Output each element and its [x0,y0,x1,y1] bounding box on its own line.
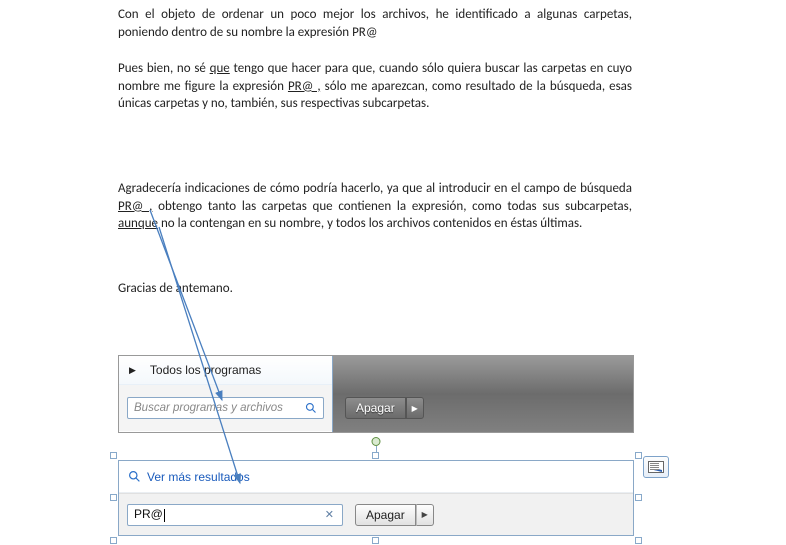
start-menu-left-pane: ▶ Todos los programas Buscar programas y… [119,356,333,432]
shutdown-dropdown-light[interactable]: ▶ [416,504,434,526]
search-icon [305,402,317,414]
shutdown-button-group: Apagar ▶ [345,397,424,419]
search-input-filled[interactable]: PR@ ✕ [127,504,343,526]
resize-handle-se[interactable] [635,537,642,544]
selected-image-frame[interactable]: Ver más resultados PR@ ✕ Apagar ▶ [114,456,638,540]
resize-handle-sw[interactable] [110,537,117,544]
resize-handle-n[interactable] [372,452,379,459]
paragraph-3: Agradecería indicaciones de cómo podría … [118,180,632,233]
resize-handle-nw[interactable] [110,452,117,459]
more-results-label: Ver más resultados [147,470,250,484]
text-caret-icon [164,509,165,522]
chevron-right-icon: ▶ [129,365,136,376]
paragraph-2: Pues bien, no sé que tengo que hacer par… [118,60,632,113]
search-input[interactable]: Buscar programas y archivos [127,397,324,419]
rotate-handle-icon[interactable] [372,437,381,446]
search-results-panel: Ver más resultados PR@ ✕ Apagar ▶ [118,460,634,536]
search-icon [128,470,141,483]
layout-options-button[interactable] [643,456,669,478]
resize-handle-w[interactable] [110,494,117,501]
search-input-value: PR@ [134,507,163,521]
search-placeholder: Buscar programas y archivos [134,402,305,414]
shutdown-button-group-light: Apagar ▶ [355,504,434,526]
all-programs-label: Todos los programas [150,363,261,377]
shutdown-button[interactable]: Apagar [345,397,406,419]
search-results-bottom: PR@ ✕ Apagar ▶ [119,493,633,535]
more-results-link[interactable]: Ver más resultados [119,461,633,493]
resize-handle-e[interactable] [635,494,642,501]
resize-handle-ne[interactable] [635,452,642,459]
resize-handle-s[interactable] [372,537,379,544]
layout-options-icon [648,461,664,473]
shutdown-dropdown[interactable]: ▶ [406,397,424,419]
shutdown-button-light[interactable]: Apagar [355,504,416,526]
all-programs-button[interactable]: ▶ Todos los programas [119,356,332,385]
paragraph-4: Gracias de antemano. [118,280,632,298]
search-row: Buscar programas y archivos [119,385,332,431]
clear-input-button[interactable]: ✕ [323,508,336,521]
start-menu-panel: ▶ Todos los programas Buscar programas y… [118,355,634,433]
paragraph-1: Con el objeto de ordenar un poco mejor l… [118,6,632,41]
